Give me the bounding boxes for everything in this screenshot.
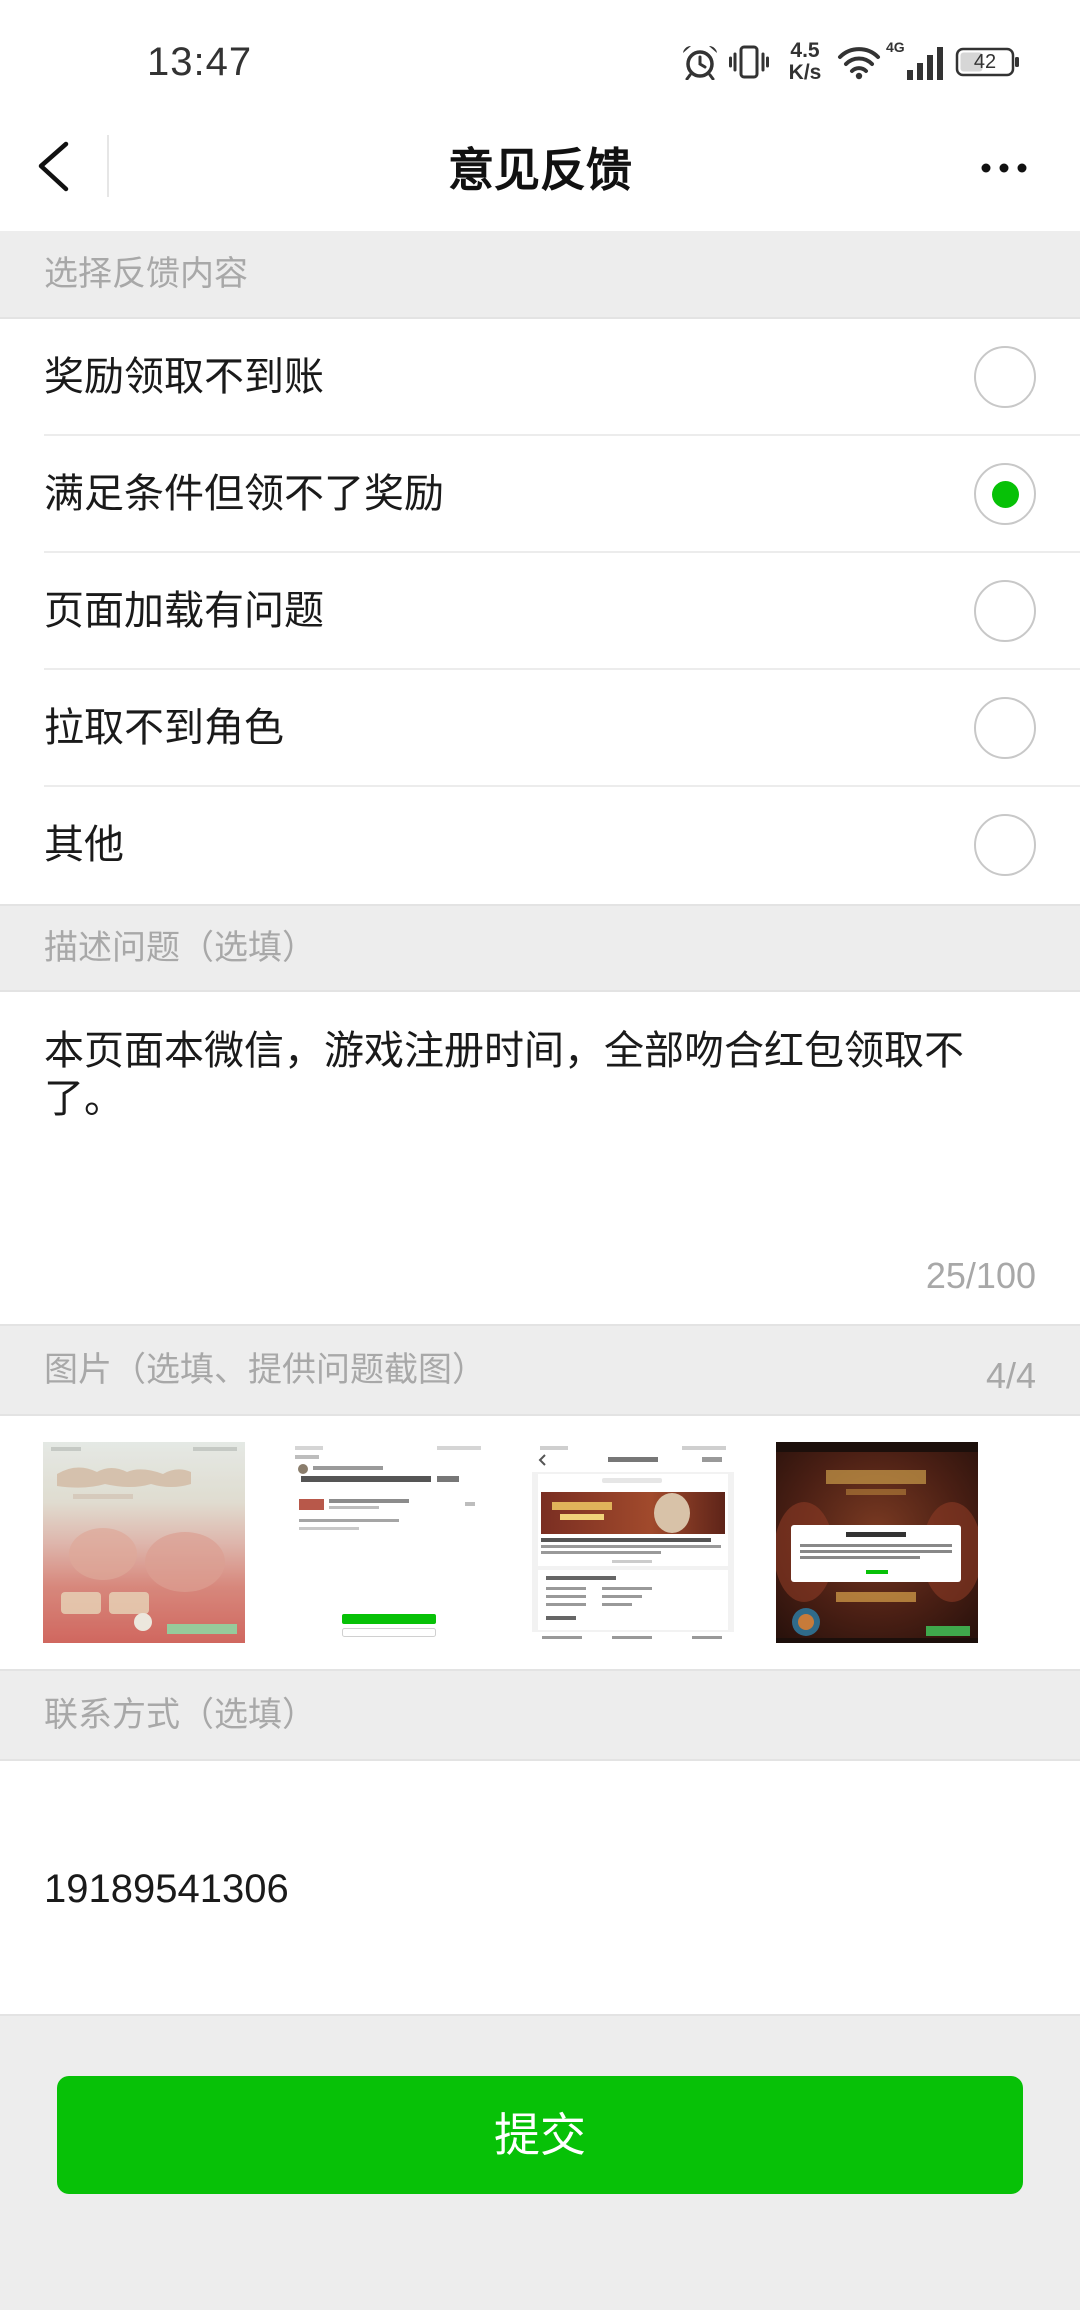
submit-button[interactable]: 提交 — [57, 2076, 1023, 2194]
more-button[interactable] — [970, 150, 1040, 186]
feedback-option-3[interactable]: 页面加载有问题 — [0, 553, 1080, 670]
radio-button[interactable] — [974, 346, 1036, 408]
network-speed-value: 4.5 — [790, 39, 820, 62]
contact-input[interactable] — [44, 1859, 1036, 1919]
feedback-option-2[interactable]: 满足条件但领不了奖励 — [0, 436, 1080, 553]
vibrate-icon — [729, 44, 769, 80]
network-speed-unit: K/s — [788, 61, 822, 84]
screenshot-thumbnail-1[interactable] — [43, 1442, 245, 1643]
page-title: 意见反馈 — [448, 144, 632, 196]
image-gallery — [0, 1414, 1080, 1671]
status-time: 13:47 — [147, 40, 253, 84]
description-counter: 25/100 — [925, 1255, 1036, 1296]
description-textarea[interactable]: 本页面本微信，游戏注册时间，全部吻合红包领取不了。 — [44, 1027, 984, 1227]
nav-bar: 意见反馈 — [0, 110, 1080, 231]
network-type-label: 4G — [886, 39, 905, 55]
section-label: 图片（选填、提供问题截图） — [44, 1351, 486, 1389]
contact-box — [0, 1759, 1080, 2016]
section-label: 选择反馈内容 — [44, 255, 248, 293]
alarm-icon — [681, 44, 719, 80]
signal-icon — [905, 46, 945, 80]
feedback-option-5[interactable]: 其他 — [0, 787, 1080, 904]
back-button[interactable] — [30, 133, 78, 199]
screenshot-thumbnail-2[interactable] — [287, 1442, 489, 1643]
status-bar: 13:47 4.5 K/s 4G 42 — [0, 0, 1080, 110]
feedback-option-1[interactable]: 奖励领取不到账 — [0, 319, 1080, 436]
feedback-option-label: 页面加载有问题 — [44, 589, 324, 633]
section-header-description: 描述问题（选填） — [0, 906, 1080, 990]
battery-level: 42 — [973, 51, 997, 73]
section-header-images: 图片（选填、提供问题截图） 4/4 — [0, 1326, 1080, 1414]
screenshot-thumbnail-3[interactable] — [532, 1442, 734, 1643]
radio-button[interactable] — [974, 580, 1036, 642]
radio-button[interactable] — [974, 814, 1036, 876]
wifi-icon — [837, 46, 881, 80]
screenshot-thumbnail-4[interactable] — [776, 1442, 978, 1643]
feedback-option-label: 满足条件但领不了奖励 — [44, 472, 444, 516]
feedback-option-label: 奖励领取不到账 — [44, 355, 324, 399]
feedback-option-4[interactable]: 拉取不到角色 — [0, 670, 1080, 787]
nav-divider — [107, 135, 109, 197]
feedback-options: 奖励领取不到账 满足条件但领不了奖励 页面加载有问题 拉取不到角色 其他 — [0, 317, 1080, 906]
section-label: 描述问题（选填） — [44, 929, 316, 967]
feedback-option-label: 其他 — [44, 823, 124, 867]
feedback-option-label: 拉取不到角色 — [44, 706, 284, 750]
section-header-feedback-type: 选择反馈内容 — [0, 231, 1080, 317]
description-box: 本页面本微信，游戏注册时间，全部吻合红包领取不了。 25/100 — [0, 990, 1080, 1326]
chevron-left-icon — [30, 133, 78, 199]
section-label: 联系方式（选填） — [44, 1696, 316, 1734]
section-header-contact: 联系方式（选填） — [0, 1671, 1080, 1759]
network-speed: 4.5 K/s — [781, 40, 829, 84]
radio-button[interactable] — [974, 463, 1036, 525]
image-counter: 4/4 — [985, 1355, 1036, 1396]
more-icon — [970, 150, 1040, 186]
radio-button[interactable] — [974, 697, 1036, 759]
